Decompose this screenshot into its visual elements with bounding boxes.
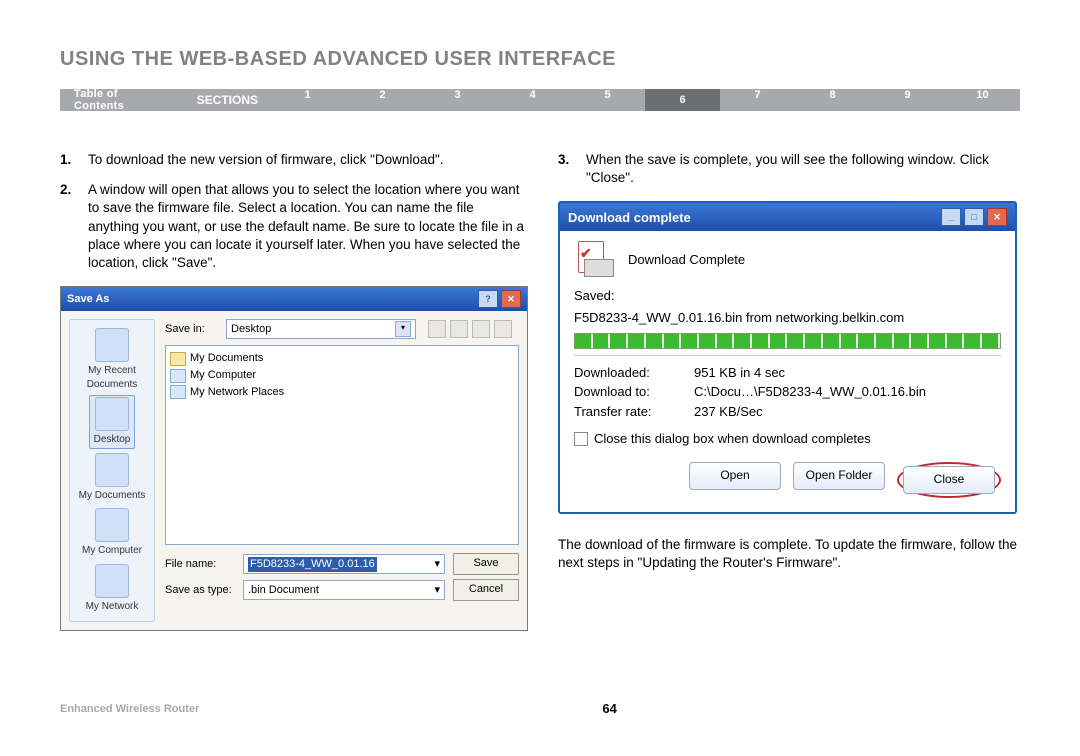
section-link-4[interactable]: 4 [495, 89, 570, 111]
computer-icon [170, 369, 186, 383]
places-sidebar: My Recent Documents Desktop My Documents… [69, 319, 155, 622]
list-item: My Documents [170, 350, 514, 367]
save-as-dialog: Save As ? ✕ My Recent Documents Desktop … [60, 286, 528, 631]
saveastype-combo[interactable]: .bin Document ▾ [243, 580, 445, 600]
views-icon[interactable] [494, 320, 512, 338]
dialog-titlebar: Download complete _ □ ✕ [560, 203, 1015, 231]
section-link-6[interactable]: 6 [645, 89, 720, 111]
page-footer: Enhanced Wireless Router 64 [60, 701, 1020, 716]
sidebar-item-recent[interactable]: My Recent Documents [72, 326, 152, 393]
downloaded-value: 951 KB in 4 sec [694, 364, 785, 382]
dialog-titlebar: Save As ? ✕ [61, 287, 527, 311]
progress-bar [574, 333, 1001, 349]
network-icon [170, 385, 186, 399]
rate-value: 237 KB/Sec [694, 403, 763, 421]
step-text: A window will open that allows you to se… [88, 181, 528, 272]
toc-link[interactable]: Table of Contents [60, 88, 185, 112]
sections-label: SECTIONS [185, 93, 270, 107]
section-link-2[interactable]: 2 [345, 89, 420, 111]
product-name: Enhanced Wireless Router [60, 703, 199, 715]
chevron-down-icon[interactable]: ▾ [434, 583, 440, 598]
cancel-button[interactable]: Cancel [453, 579, 519, 601]
savein-label: Save in: [165, 322, 220, 337]
list-item: My Computer [170, 367, 514, 384]
save-button[interactable]: Save [453, 553, 519, 575]
sidebar-item-desktop[interactable]: Desktop [89, 395, 136, 449]
checkbox-label: Close this dialog box when download comp… [594, 430, 871, 448]
sidebar-item-network[interactable]: My Network [86, 562, 139, 616]
downloadto-value: C:\Docu…\F5D8233-4_WW_0.01.16.bin [694, 383, 926, 401]
close-when-complete-checkbox[interactable] [574, 432, 588, 446]
dialog-title: Download complete [568, 209, 691, 227]
file-list[interactable]: My Documents My Computer My Network Plac… [165, 345, 519, 545]
close-icon[interactable]: ✕ [987, 208, 1007, 226]
section-link-9[interactable]: 9 [870, 89, 945, 111]
section-link-5[interactable]: 5 [570, 89, 645, 111]
filename-input[interactable]: F5D8233-4_WW_0.01.16 ▾ [243, 554, 445, 574]
rate-label: Transfer rate: [574, 403, 694, 421]
page-title: USING THE WEB-BASED ADVANCED USER INTERF… [60, 0, 1020, 89]
minimize-icon[interactable]: _ [941, 208, 961, 226]
saved-label: Saved: [574, 287, 1001, 305]
section-link-3[interactable]: 3 [420, 89, 495, 111]
up-icon[interactable] [450, 320, 468, 338]
list-item: My Network Places [170, 384, 514, 401]
step-number: 2. [60, 181, 88, 272]
filename-label: File name: [165, 557, 235, 572]
followup-text: The download of the firmware is complete… [558, 536, 1020, 572]
section-link-7[interactable]: 7 [720, 89, 795, 111]
newfolder-icon[interactable] [472, 320, 490, 338]
downloaded-label: Downloaded: [574, 364, 694, 382]
maximize-icon[interactable]: □ [964, 208, 984, 226]
downloadto-label: Download to: [574, 383, 694, 401]
chevron-down-icon[interactable]: ▾ [395, 321, 411, 337]
saved-value: F5D8233-4_WW_0.01.16.bin from networking… [574, 309, 1001, 327]
close-highlight: Close [897, 462, 1001, 498]
step-2: 2. A window will open that allows you to… [60, 181, 528, 272]
dialog-title: Save As [67, 292, 109, 307]
section-link-8[interactable]: 8 [795, 89, 870, 111]
help-icon[interactable]: ? [478, 290, 498, 308]
folder-icon [170, 352, 186, 366]
step-number: 1. [60, 151, 88, 169]
section-link-10[interactable]: 10 [945, 89, 1020, 111]
section-link-1[interactable]: 1 [270, 89, 345, 111]
sidebar-item-computer[interactable]: My Computer [82, 506, 142, 560]
open-button[interactable]: Open [689, 462, 781, 490]
back-icon[interactable] [428, 320, 446, 338]
step-text: When the save is complete, you will see … [586, 151, 1020, 187]
close-button[interactable]: Close [903, 466, 995, 494]
saveastype-label: Save as type: [165, 583, 235, 598]
close-icon[interactable]: ✕ [501, 290, 521, 308]
step-1: 1. To download the new version of firmwa… [60, 151, 528, 169]
download-complete-icon: ✔ [574, 241, 614, 277]
download-complete-heading: Download Complete [628, 251, 745, 269]
step-number: 3. [558, 151, 586, 187]
open-folder-button[interactable]: Open Folder [793, 462, 885, 490]
chevron-down-icon[interactable]: ▾ [434, 557, 440, 572]
sidebar-item-documents[interactable]: My Documents [79, 451, 146, 505]
section-navbar: Table of Contents SECTIONS 1 2 3 4 5 6 7… [60, 89, 1020, 111]
page-number: 64 [602, 701, 616, 716]
step-3: 3. When the save is complete, you will s… [558, 151, 1020, 187]
download-complete-dialog: Download complete _ □ ✕ ✔ Download Compl… [558, 201, 1017, 513]
savein-combo[interactable]: Desktop ▾ [226, 319, 416, 339]
step-text: To download the new version of firmware,… [88, 151, 528, 169]
